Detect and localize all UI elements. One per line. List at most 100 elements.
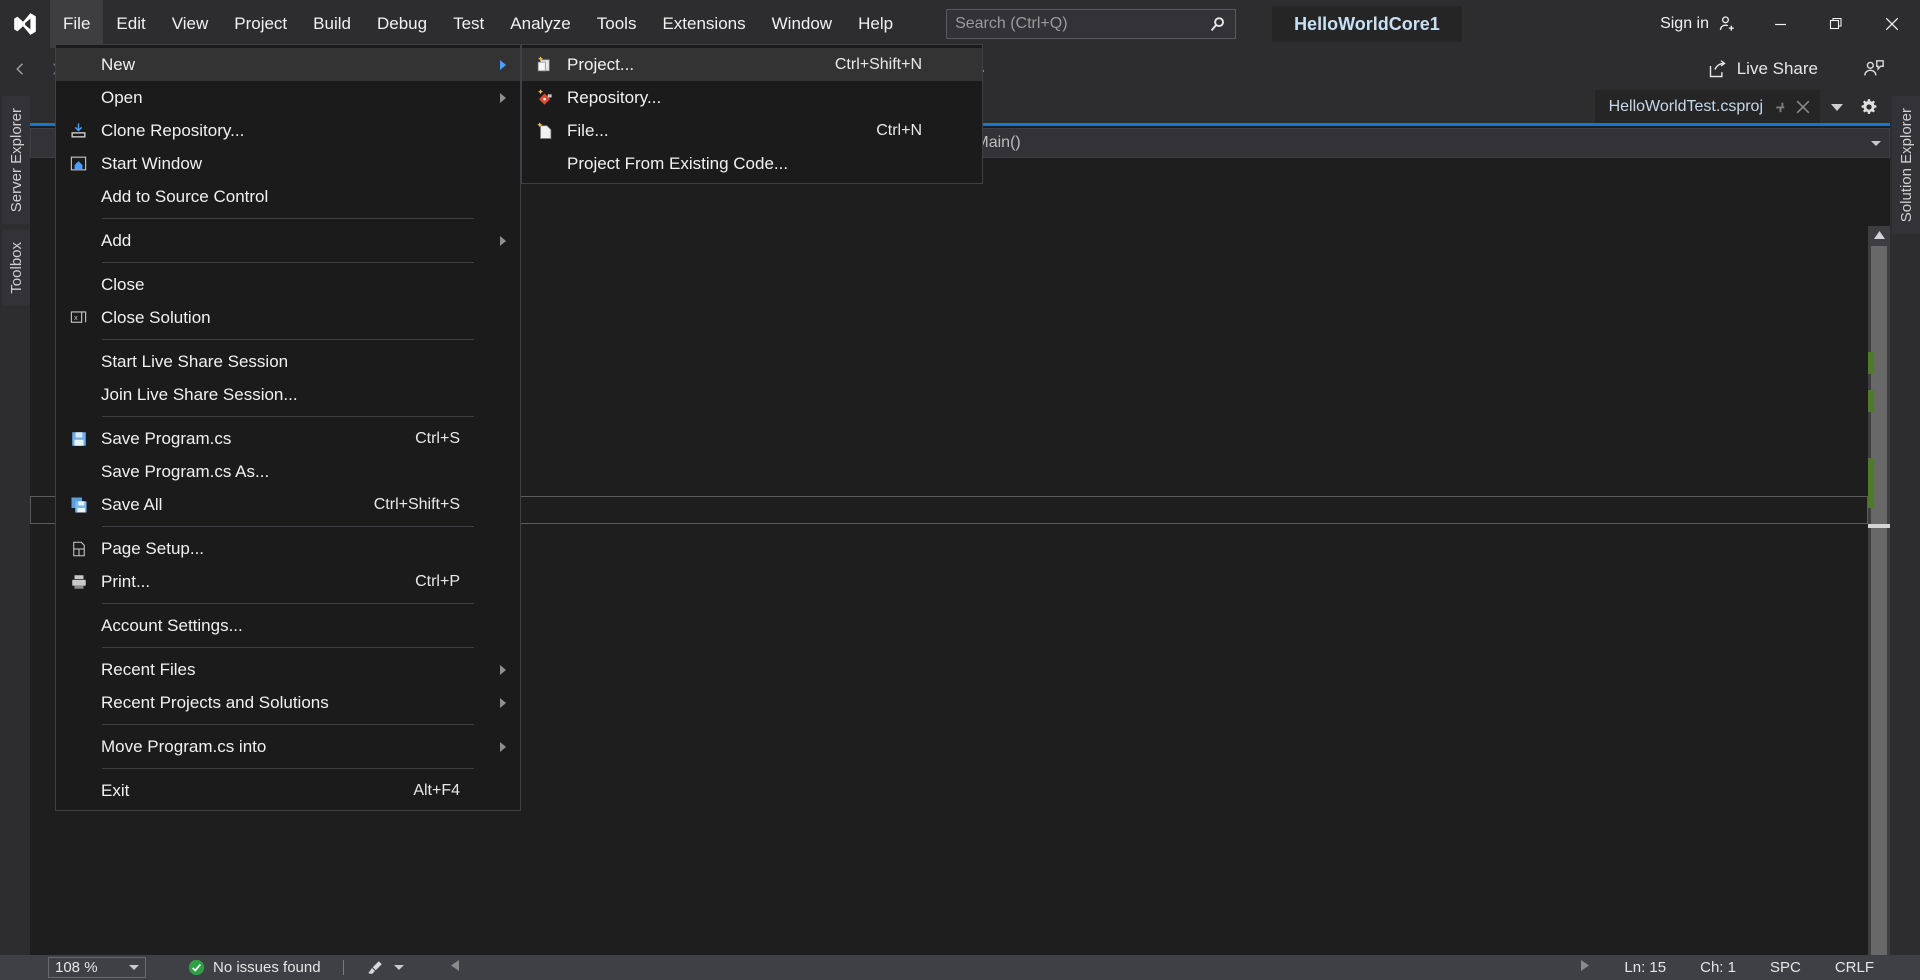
sidebar-item-server-explorer[interactable]: Server Explorer [2,96,31,225]
close-solution-icon: x [56,308,101,327]
live-share-invite-button[interactable] [1858,52,1890,86]
chevron-right-icon [500,697,506,708]
solution-title: HelloWorldCore1 [1272,6,1462,42]
save-icon [56,430,101,448]
left-dock-strip: Server Explorer Toolbox [0,90,31,955]
check-circle-icon [188,959,205,976]
menu-item-exit[interactable]: Exit Alt+F4 [56,774,520,807]
submenu-item-file[interactable]: File... Ctrl+N [522,114,982,147]
status-separator [342,960,344,975]
menu-file[interactable]: File [50,0,104,48]
sidebar-item-solution-explorer[interactable]: Solution Explorer [1892,96,1920,235]
visual-studio-window: File Edit View Project Build Debug Test … [0,0,1920,980]
chevron-down-icon [1871,140,1881,146]
new-file-icon [522,121,567,140]
menu-separator [102,768,474,769]
menu-accelerator: Ctrl+Shift+S [373,495,460,513]
menu-item-clone-repository[interactable]: Clone Repository... [56,114,520,147]
save-all-icon [56,496,101,514]
menu-item-start-window[interactable]: Start Window [56,147,520,180]
sidebar-item-toolbox[interactable]: Toolbox [2,230,31,306]
menu-item-move-program-cs-into[interactable]: Move Program.cs into [56,730,520,763]
menu-help[interactable]: Help [845,0,906,48]
scroll-left-button[interactable] [450,959,461,976]
menu-test[interactable]: Test [440,0,497,48]
menu-item-account-settings[interactable]: Account Settings... [56,609,520,642]
editor-vertical-scrollbar[interactable] [1868,226,1890,955]
close-button[interactable] [1864,0,1920,48]
gear-icon[interactable] [1860,98,1878,116]
menu-separator [102,416,474,417]
maximize-button[interactable] [1808,0,1864,48]
menu-item-join-live-share-session[interactable]: Join Live Share Session... [56,378,520,411]
file-menu-dropdown[interactable]: New Open Clone Repository... Start Windo… [55,44,521,811]
minimize-button[interactable] [1752,0,1808,48]
member-dropdown[interactable]: Main() [943,128,1890,158]
code-cleanup-button[interactable] [366,959,404,977]
menu-item-page-setup[interactable]: Page Setup... [56,532,520,565]
issues-label: No issues found [213,959,321,976]
menu-item-save-program-cs-as[interactable]: Save Program.cs As... [56,455,520,488]
chevron-right-icon [500,741,506,752]
chevron-down-icon[interactable] [1830,102,1844,112]
submenu-item-project[interactable]: Project... Ctrl+Shift+N [522,48,982,81]
chevron-right-icon [500,59,506,70]
menu-accelerator: Alt+F4 [413,781,460,799]
change-marker [1868,352,1874,374]
menu-item-close-solution[interactable]: x Close Solution [56,301,520,334]
menu-separator [102,218,474,219]
brush-icon [366,959,384,977]
start-window-icon [56,154,101,173]
status-right-group: Ln: 15 Ch: 1 SPC CRLF [1579,959,1920,976]
navigate-backward-button[interactable] [4,52,38,86]
clone-repo-icon [56,121,101,140]
submenu-item-repository[interactable]: Repository... [522,81,982,114]
menu-item-open[interactable]: Open [56,81,520,114]
live-share-button[interactable]: Live Share [1697,52,1828,86]
menu-extensions[interactable]: Extensions [649,0,758,48]
pin-icon[interactable] [1773,99,1788,114]
scroll-right-button[interactable] [1579,959,1590,976]
line-ending-indicator[interactable]: CRLF [1835,959,1874,976]
menu-window[interactable]: Window [759,0,845,48]
indentation-indicator[interactable]: SPC [1770,959,1801,976]
menu-analyze[interactable]: Analyze [497,0,583,48]
new-submenu[interactable]: Project... Ctrl+Shift+N Repository... Fi… [521,44,983,184]
close-icon[interactable] [1796,100,1810,114]
menu-item-close[interactable]: Close [56,268,520,301]
menu-item-recent-projects-and-solutions[interactable]: Recent Projects and Solutions [56,686,520,719]
change-marker [1868,390,1874,412]
menu-item-add[interactable]: Add [56,224,520,257]
menu-item-add-to-source-control[interactable]: Add to Source Control [56,180,520,213]
search-input[interactable] [955,15,1209,33]
menu-item-print[interactable]: Print... Ctrl+P [56,565,520,598]
menu-view[interactable]: View [159,0,222,48]
menu-item-new[interactable]: New [56,48,520,81]
title-bar: File Edit View Project Build Debug Test … [0,0,1920,48]
menu-separator [102,339,474,340]
menu-separator [102,724,474,725]
status-bar: 108 % No issues found Ln: 15 Ch: 1 SPC C… [0,955,1920,980]
menu-item-recent-files[interactable]: Recent Files [56,653,520,686]
search-box[interactable] [946,9,1237,39]
menu-separator [102,262,474,263]
menu-edit[interactable]: Edit [103,0,158,48]
menu-project[interactable]: Project [221,0,300,48]
zoom-level-dropdown[interactable]: 108 % [48,957,146,978]
issues-status[interactable]: No issues found [188,959,321,976]
menu-debug[interactable]: Debug [364,0,440,48]
menu-tools[interactable]: Tools [584,0,650,48]
menu-accelerator: Ctrl+N [876,121,922,139]
sign-in-button[interactable]: Sign in [1646,0,1752,48]
submenu-item-project-from-existing-code[interactable]: Project From Existing Code... [522,147,982,180]
search-icon [1208,15,1227,34]
caret-position-marker [1868,524,1890,528]
menu-item-save-all[interactable]: Save All Ctrl+Shift+S [56,488,520,521]
right-dock-strip: Solution Explorer [1890,90,1920,955]
chevron-right-icon [500,235,506,246]
menu-item-save-program-cs[interactable]: Save Program.cs Ctrl+S [56,422,520,455]
scroll-up-button[interactable] [1868,226,1890,244]
menu-build[interactable]: Build [300,0,364,48]
menu-item-start-live-share-session[interactable]: Start Live Share Session [56,345,520,378]
document-tab-helloworldtest[interactable]: HelloWorldTest.csproj [1594,90,1820,123]
